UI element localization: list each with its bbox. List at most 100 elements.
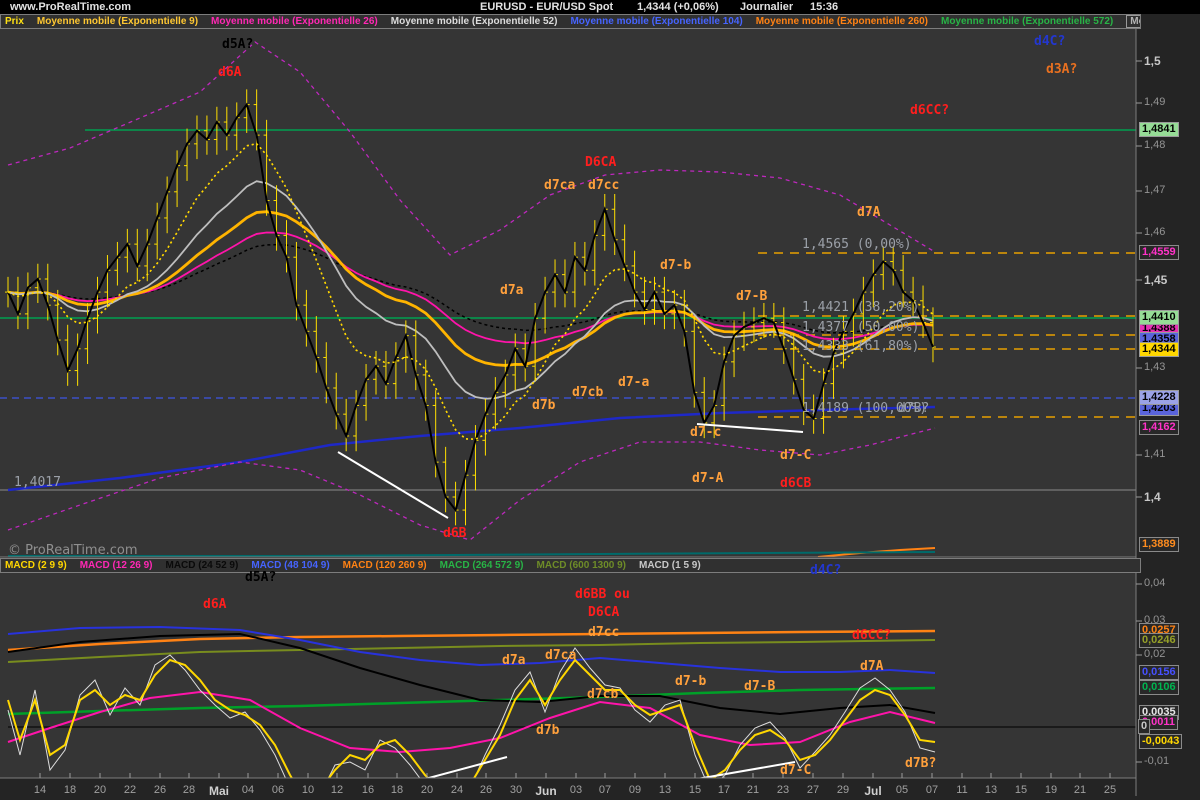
wave-label-d6CC[interactable]: d6CC? [910, 103, 949, 118]
price-level-box-1,3889: 1,3889 [1139, 537, 1179, 552]
fib-label-1,437750,00%[interactable]: 1,4377 (50,00%) [802, 320, 919, 335]
macd-wave-label-d4C[interactable]: d4C? [810, 563, 841, 578]
chart-label-d7B?: d7B? [898, 401, 929, 416]
wave-label-d4C[interactable]: d4C? [1034, 34, 1065, 49]
x-axis-tick-07: 07 [926, 784, 938, 796]
macd-legend-item-4[interactable]: MACD (120 260 9) [343, 560, 427, 571]
price-level-box-1,4162: 1,4162 [1139, 420, 1179, 435]
price-axis-tick: 1,41 [1144, 448, 1165, 460]
macd-level-box-0,0246: 0,0246 [1139, 633, 1179, 648]
x-axis-tick-06: 06 [272, 784, 284, 796]
macd-indicator-legend: MACD (2 9 9) MACD (12 26 9) MACD (24 52 9)… [0, 558, 1141, 573]
price-level-box-1,4559: 1,4559 [1139, 245, 1179, 260]
macd-legend-item-7[interactable]: MACD (1 5 9) [639, 560, 701, 571]
fib-label-1,45650,00%[interactable]: 1,4565 (0,00%) [802, 237, 912, 252]
price-legend-item-6[interactable]: Moyenne mobile (Exponentielle 572) [941, 16, 1113, 27]
x-axis-tick-23: 23 [777, 784, 789, 796]
macd-legend-item-6[interactable]: MACD (600 1300 9) [537, 560, 626, 571]
wave-label-d7cc[interactable]: d7cc [588, 178, 619, 193]
wave-label-d7A[interactable]: d7A [857, 205, 880, 220]
macd-wave-label-d7A[interactable]: d7A [860, 659, 883, 674]
macd-wave-label-d7ca[interactable]: d7ca [545, 648, 576, 663]
wave-label-d7b[interactable]: d7b [532, 398, 555, 413]
x-axis-tick-17: 17 [718, 784, 730, 796]
x-axis-tick-Jul: Jul [864, 784, 881, 798]
x-axis-tick-15: 15 [689, 784, 701, 796]
price-legend-item-5[interactable]: Moyenne mobile (Exponentielle 260) [756, 16, 928, 27]
x-axis-tick-15: 15 [1015, 784, 1027, 796]
macd-wave-label-d7b[interactable]: d7b [536, 723, 559, 738]
x-axis-tick-13: 13 [985, 784, 997, 796]
macd-wave-label-D6CA[interactable]: D6CA [588, 605, 619, 620]
x-axis-tick-29: 29 [837, 784, 849, 796]
macd-level-box-0: 0 [1138, 719, 1150, 734]
x-axis-tick-27: 27 [807, 784, 819, 796]
price-level-box-1,4841: 1,4841 [1139, 122, 1179, 137]
price-axis-tick: 1,5 [1144, 54, 1161, 68]
x-axis-tick-16: 16 [362, 784, 374, 796]
wave-label-d7a[interactable]: d7-a [618, 375, 649, 390]
x-axis-tick-03: 03 [570, 784, 582, 796]
macd-wave-label-d7a[interactable]: d7a [502, 653, 525, 668]
wave-label-d7cb[interactable]: d7cb [572, 385, 603, 400]
wave-label-d6A[interactable]: d6A [218, 65, 241, 80]
x-axis-tick-13: 13 [659, 784, 671, 796]
macd-legend-item-2[interactable]: MACD (24 52 9) [166, 560, 239, 571]
macd-wave-label-d7cc[interactable]: d7cc [588, 625, 619, 640]
price-legend-item-3[interactable]: Moyenne mobile (Exponentielle 52) [391, 16, 558, 27]
wave-label-d3A[interactable]: d3A? [1046, 62, 1077, 77]
macd-wave-label-d7B[interactable]: d7-B [744, 679, 775, 694]
price-legend-item-0[interactable]: Prix [5, 16, 24, 27]
x-axis-tick-14: 14 [34, 784, 46, 796]
wave-label-d7a[interactable]: d7a [500, 283, 523, 298]
macd-axis-tick: 0,04 [1144, 577, 1165, 589]
wave-label-d6CB[interactable]: d6CB [780, 476, 811, 491]
x-axis-tick-20: 20 [94, 784, 106, 796]
macd-wave-label-d5A[interactable]: d5A? [245, 570, 276, 585]
wave-label-d7A[interactable]: d7-A [692, 471, 723, 486]
price-legend-item-4[interactable]: Moyenne mobile (Exponentielle 104) [570, 16, 742, 27]
fib-label-1,442138,20%[interactable]: 1,4421 (38,20%) [802, 300, 919, 315]
wave-label-d5A[interactable]: d5A? [222, 37, 253, 52]
price-legend-item-1[interactable]: Moyenne mobile (Exponentielle 9) [37, 16, 198, 27]
price-axis-tick: 1,43 [1144, 361, 1165, 373]
wave-label-d7c[interactable]: d7-c [690, 425, 721, 440]
wave-label-D6CA[interactable]: D6CA [585, 155, 616, 170]
x-axis-tick-Jun: Jun [535, 784, 556, 798]
x-axis-tick-Mai: Mai [209, 784, 229, 798]
watermark: © ProRealTime.com [8, 543, 138, 558]
macd-wave-label-d7B[interactable]: d7B? [905, 756, 936, 771]
fib-label-1,433361,80%[interactable]: 1,4333 (61,80%) [802, 339, 919, 354]
wave-label-d7ca[interactable]: d7ca [544, 178, 575, 193]
price-axis-tick: 1,47 [1144, 184, 1165, 196]
macd-legend-item-1[interactable]: MACD (12 26 9) [80, 560, 153, 571]
wave-label-d7C[interactable]: d7-C [780, 448, 811, 463]
macd-wave-label-d6BBou[interactable]: d6BB ou [575, 587, 630, 602]
macd-wave-label-d7cb[interactable]: d7cb [587, 687, 618, 702]
price-chart[interactable] [0, 0, 1200, 800]
x-axis-tick-18: 18 [391, 784, 403, 796]
x-axis-tick-26: 26 [480, 784, 492, 796]
macd-axis-tick: 0,02 [1144, 648, 1165, 660]
price-legend-item-7[interactable]: Moyenne [1126, 15, 1141, 28]
price-level-box-1,4410: 1,4410 [1139, 310, 1179, 325]
macd-wave-label-d6CC[interactable]: d6CC? [852, 628, 891, 643]
wave-label-d7B[interactable]: d7-B [736, 289, 767, 304]
x-axis-tick-09: 09 [629, 784, 641, 796]
x-axis-tick-22: 22 [124, 784, 136, 796]
macd-legend-item-5[interactable]: MACD (264 572 9) [440, 560, 524, 571]
macd-legend-item-0[interactable]: MACD (2 9 9) [5, 560, 67, 571]
macd-wave-label-d7C[interactable]: d7-C [780, 763, 811, 778]
prorealtime-window: www.ProRealTime.com EURUSD - EUR/USD Spo… [0, 0, 1200, 800]
x-axis-tick-10: 10 [302, 784, 314, 796]
macd-wave-label-d7b[interactable]: d7-b [675, 674, 706, 689]
chart-label-1,4017: 1,4017 [14, 475, 61, 490]
wave-label-d6B[interactable]: d6B [443, 526, 466, 541]
wave-label-d7b[interactable]: d7-b [660, 258, 691, 273]
x-axis-tick-18: 18 [64, 784, 76, 796]
price-legend-item-2[interactable]: Moyenne mobile (Exponentielle 26) [211, 16, 378, 27]
x-axis-tick-05: 05 [896, 784, 908, 796]
price-level-box-1,4344: 1,4344 [1139, 342, 1179, 357]
x-axis-tick-11: 11 [956, 784, 967, 796]
macd-wave-label-d6A[interactable]: d6A [203, 597, 226, 612]
